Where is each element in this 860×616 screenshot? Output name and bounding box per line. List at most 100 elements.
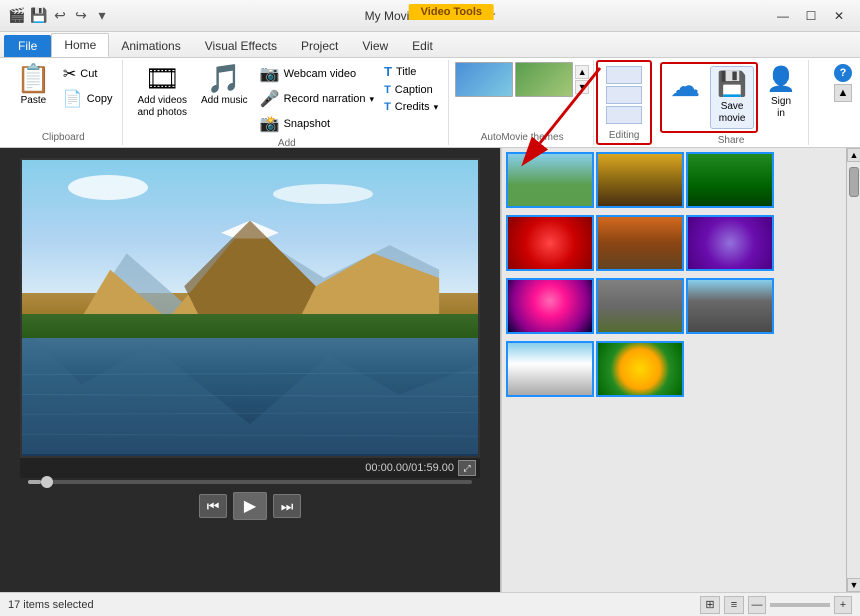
save-icon: 💾 xyxy=(717,70,747,99)
add-group: 🎞 Add videos and photos 🎵 Add music 📷 We… xyxy=(125,60,449,145)
editing-label: Editing xyxy=(604,128,644,141)
snapshot-label: Snapshot xyxy=(284,118,330,130)
tab-view[interactable]: View xyxy=(350,35,400,57)
theme-thumb-1[interactable] xyxy=(455,62,513,97)
theme-scroll-down[interactable]: ▼ xyxy=(575,80,589,94)
zoom-slider[interactable] xyxy=(770,603,830,607)
zoom-out-button[interactable]: — xyxy=(748,596,766,614)
collapse-ribbon-button[interactable]: ▲ xyxy=(834,84,852,102)
tab-edit[interactable]: Edit xyxy=(400,35,445,57)
expand-button[interactable]: ⤢ xyxy=(458,460,476,476)
tab-project[interactable]: Project xyxy=(289,35,350,57)
webcam-button[interactable]: 📷 Webcam video xyxy=(256,62,378,86)
prev-frame-button[interactable]: ⏮ xyxy=(199,494,227,518)
zoom-in-button[interactable]: + xyxy=(834,596,852,614)
webcam-icon: 📷 xyxy=(260,64,280,84)
editing-control-1[interactable] xyxy=(606,66,642,84)
caption-button[interactable]: T Caption xyxy=(380,82,442,98)
redo-icon[interactable]: ↪ xyxy=(72,7,90,25)
status-right: ⊞ ≡ — + xyxy=(700,596,852,614)
thumb-castle[interactable] xyxy=(686,278,774,334)
snapshot-button[interactable]: 📸 Snapshot xyxy=(256,112,378,136)
thumb-purple[interactable] xyxy=(686,215,774,271)
ribbon: 📋 Paste ✂ Cut 📄 Copy Clipboard 🎞 Add vid… xyxy=(0,58,860,148)
save-icon[interactable]: 💾 xyxy=(30,7,48,25)
maximize-button[interactable]: ☐ xyxy=(798,6,824,26)
automovie-label: AutoMovie themes xyxy=(455,130,589,143)
thumb-forest[interactable] xyxy=(686,152,774,208)
help-area: ? ▲ xyxy=(830,60,856,145)
vertical-scrollbar: ▲ ▼ xyxy=(846,148,860,592)
seekbar-progress xyxy=(28,480,41,484)
tree-layer xyxy=(22,314,478,338)
theme-scroll-up[interactable]: ▲ xyxy=(575,65,589,79)
thumb-sunflower[interactable] xyxy=(596,341,684,397)
sign-in-button[interactable]: 👤 Sign in xyxy=(760,62,802,123)
ribbon-tabs: File Home Animations Visual Effects Proj… xyxy=(0,32,860,58)
preview-timer: 00:00.00/01:59.00 xyxy=(365,462,454,474)
credits-label: Credits xyxy=(395,101,430,113)
titlebar: 🎬 💾 ↩ ↪ ▾ My Movie - Movie Maker Video T… xyxy=(0,0,860,32)
theme-scroll: ▲ ▼ xyxy=(575,65,589,94)
editing-control-2[interactable] xyxy=(606,86,642,104)
seekbar-container xyxy=(20,478,480,486)
cloud-icon-button[interactable]: ☁ xyxy=(664,66,706,129)
snapshot-icon: 📸 xyxy=(260,114,280,134)
preview-video xyxy=(20,158,480,458)
record-narration-dropdown[interactable]: ▾ xyxy=(370,94,375,105)
video-tools-tab[interactable]: Video Tools xyxy=(409,4,494,20)
share-group: ☁ 💾 Save movie 👤 Sign in Share xyxy=(654,60,809,145)
add-music-button[interactable]: 🎵 Add music xyxy=(195,62,254,110)
title-button[interactable]: T Title xyxy=(380,62,442,81)
app-icon: 🎬 xyxy=(8,7,26,25)
title-label: Title xyxy=(396,66,416,78)
thumb-row-2 xyxy=(506,215,856,271)
save-movie-button[interactable]: 💾 Save movie xyxy=(710,66,754,129)
thumb-sky[interactable] xyxy=(506,152,594,208)
editing-group: Editing xyxy=(596,60,652,145)
credits-button[interactable]: T Credits ▾ xyxy=(380,99,442,115)
record-narration-label: Record narration xyxy=(284,93,366,105)
media-col: 📷 Webcam video 🎤 Record narration ▾ 📸 Sn… xyxy=(256,62,378,136)
thumb-desert[interactable] xyxy=(596,152,684,208)
thumb-canyon[interactable] xyxy=(596,215,684,271)
next-frame-button[interactable]: ⏭ xyxy=(273,494,301,518)
close-button[interactable]: ✕ xyxy=(826,6,852,26)
status-icon-1[interactable]: ⊞ xyxy=(700,596,720,614)
scroll-thumb[interactable] xyxy=(849,167,859,197)
editing-content xyxy=(604,64,644,128)
cut-label: Cut xyxy=(80,68,97,80)
text-col: T Title T Caption T Credits ▾ xyxy=(380,62,442,115)
dropdown-icon[interactable]: ▾ xyxy=(93,7,111,25)
scroll-up-button[interactable]: ▲ xyxy=(847,148,860,162)
minimize-button[interactable]: — xyxy=(770,6,796,26)
tab-home[interactable]: Home xyxy=(51,33,109,57)
thumb-koala[interactable] xyxy=(596,278,684,334)
cut-button[interactable]: ✂ Cut xyxy=(59,62,117,86)
tab-visual-effects[interactable]: Visual Effects xyxy=(193,35,289,57)
scroll-track xyxy=(847,162,860,578)
paste-label: Paste xyxy=(21,95,47,107)
editing-control-3[interactable] xyxy=(606,106,642,124)
thumb-penguins[interactable] xyxy=(506,341,594,397)
thumb-red[interactable] xyxy=(506,215,594,271)
thumb-jellyfish[interactable] xyxy=(506,278,594,334)
theme-thumb-2[interactable] xyxy=(515,62,573,97)
add-videos-button[interactable]: 🎞 Add videos and photos xyxy=(131,62,193,122)
timer-row: 00:00.00/01:59.00 ⤢ xyxy=(20,458,480,478)
preview-controls: ⏮ ▶ ⏭ xyxy=(0,486,500,526)
titlebar-left: 🎬 💾 ↩ ↪ ▾ xyxy=(8,7,111,25)
record-narration-button[interactable]: 🎤 Record narration ▾ xyxy=(256,87,378,111)
play-button[interactable]: ▶ xyxy=(233,492,267,520)
seekbar[interactable] xyxy=(28,480,472,484)
scroll-down-button[interactable]: ▼ xyxy=(847,578,860,592)
undo-icon[interactable]: ↩ xyxy=(51,7,69,25)
tab-file[interactable]: File xyxy=(4,35,51,57)
help-button[interactable]: ? xyxy=(834,64,852,82)
credits-dropdown[interactable]: ▾ xyxy=(434,102,439,113)
tab-animations[interactable]: Animations xyxy=(109,35,192,57)
cut-icon: ✂ xyxy=(63,64,76,84)
status-icon-2[interactable]: ≡ xyxy=(724,596,744,614)
paste-button[interactable]: 📋 Paste xyxy=(10,62,57,110)
copy-button[interactable]: 📄 Copy xyxy=(59,87,117,111)
